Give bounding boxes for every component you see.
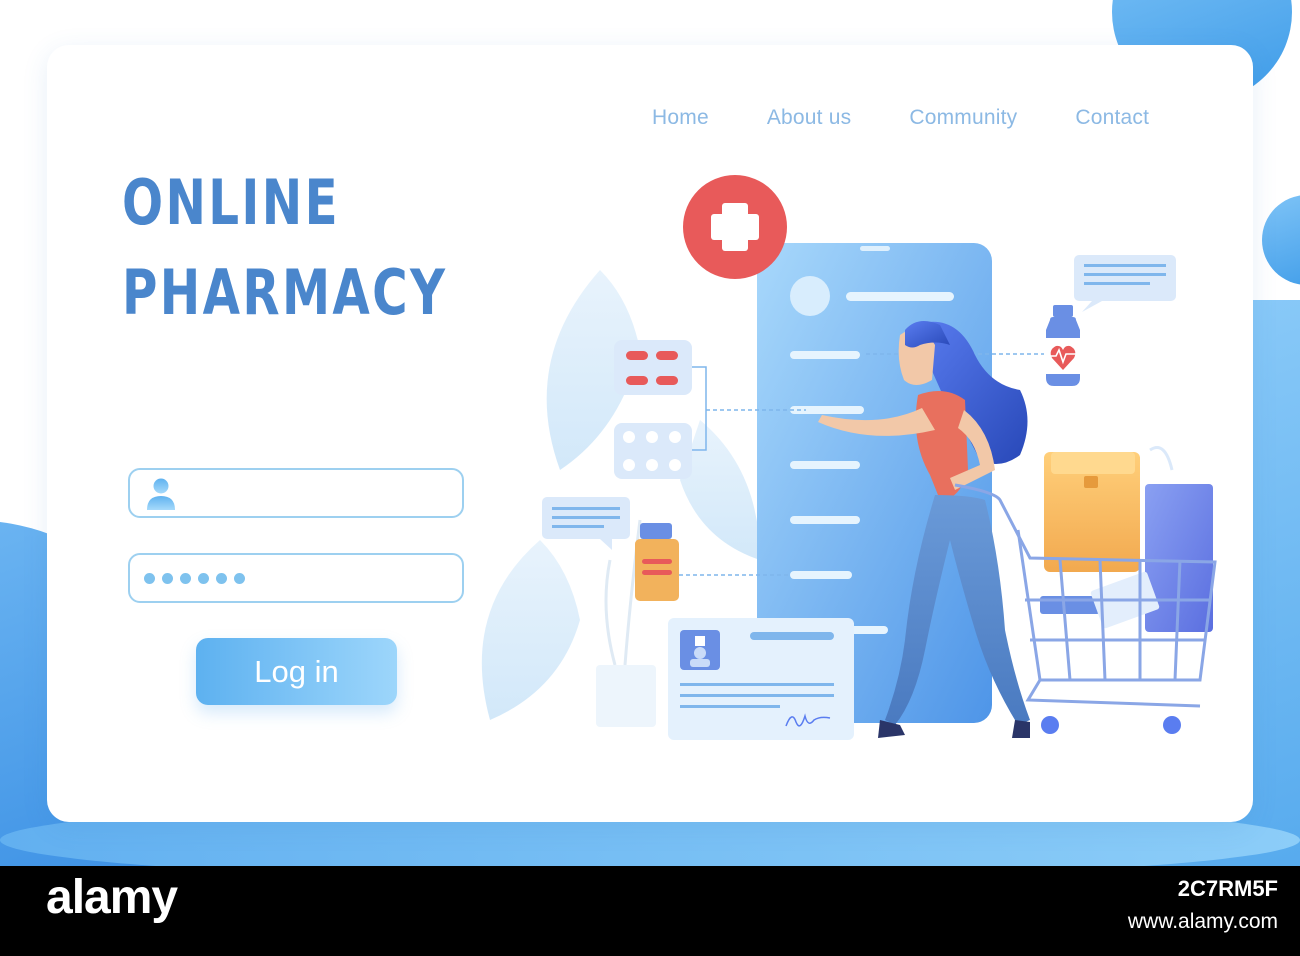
image-url: www.alamy.com: [1127, 910, 1278, 933]
plus-cross-icon: [683, 175, 787, 279]
prescription-card: [668, 618, 854, 740]
alamy-logo: alamy: [46, 871, 178, 924]
watermark-strip: [0, 866, 1300, 956]
image-id: 2C7RM5F: [1177, 876, 1278, 901]
image-credit: 2C7RM5F www.alamy.com: [1128, 876, 1278, 934]
scene-background: Home About us Community Contact ONLINE P…: [0, 0, 1300, 866]
chat-bubble-left: [542, 497, 630, 550]
chat-bubble-right: [1074, 255, 1176, 312]
pharmacy-illustration: [481, 175, 1217, 740]
